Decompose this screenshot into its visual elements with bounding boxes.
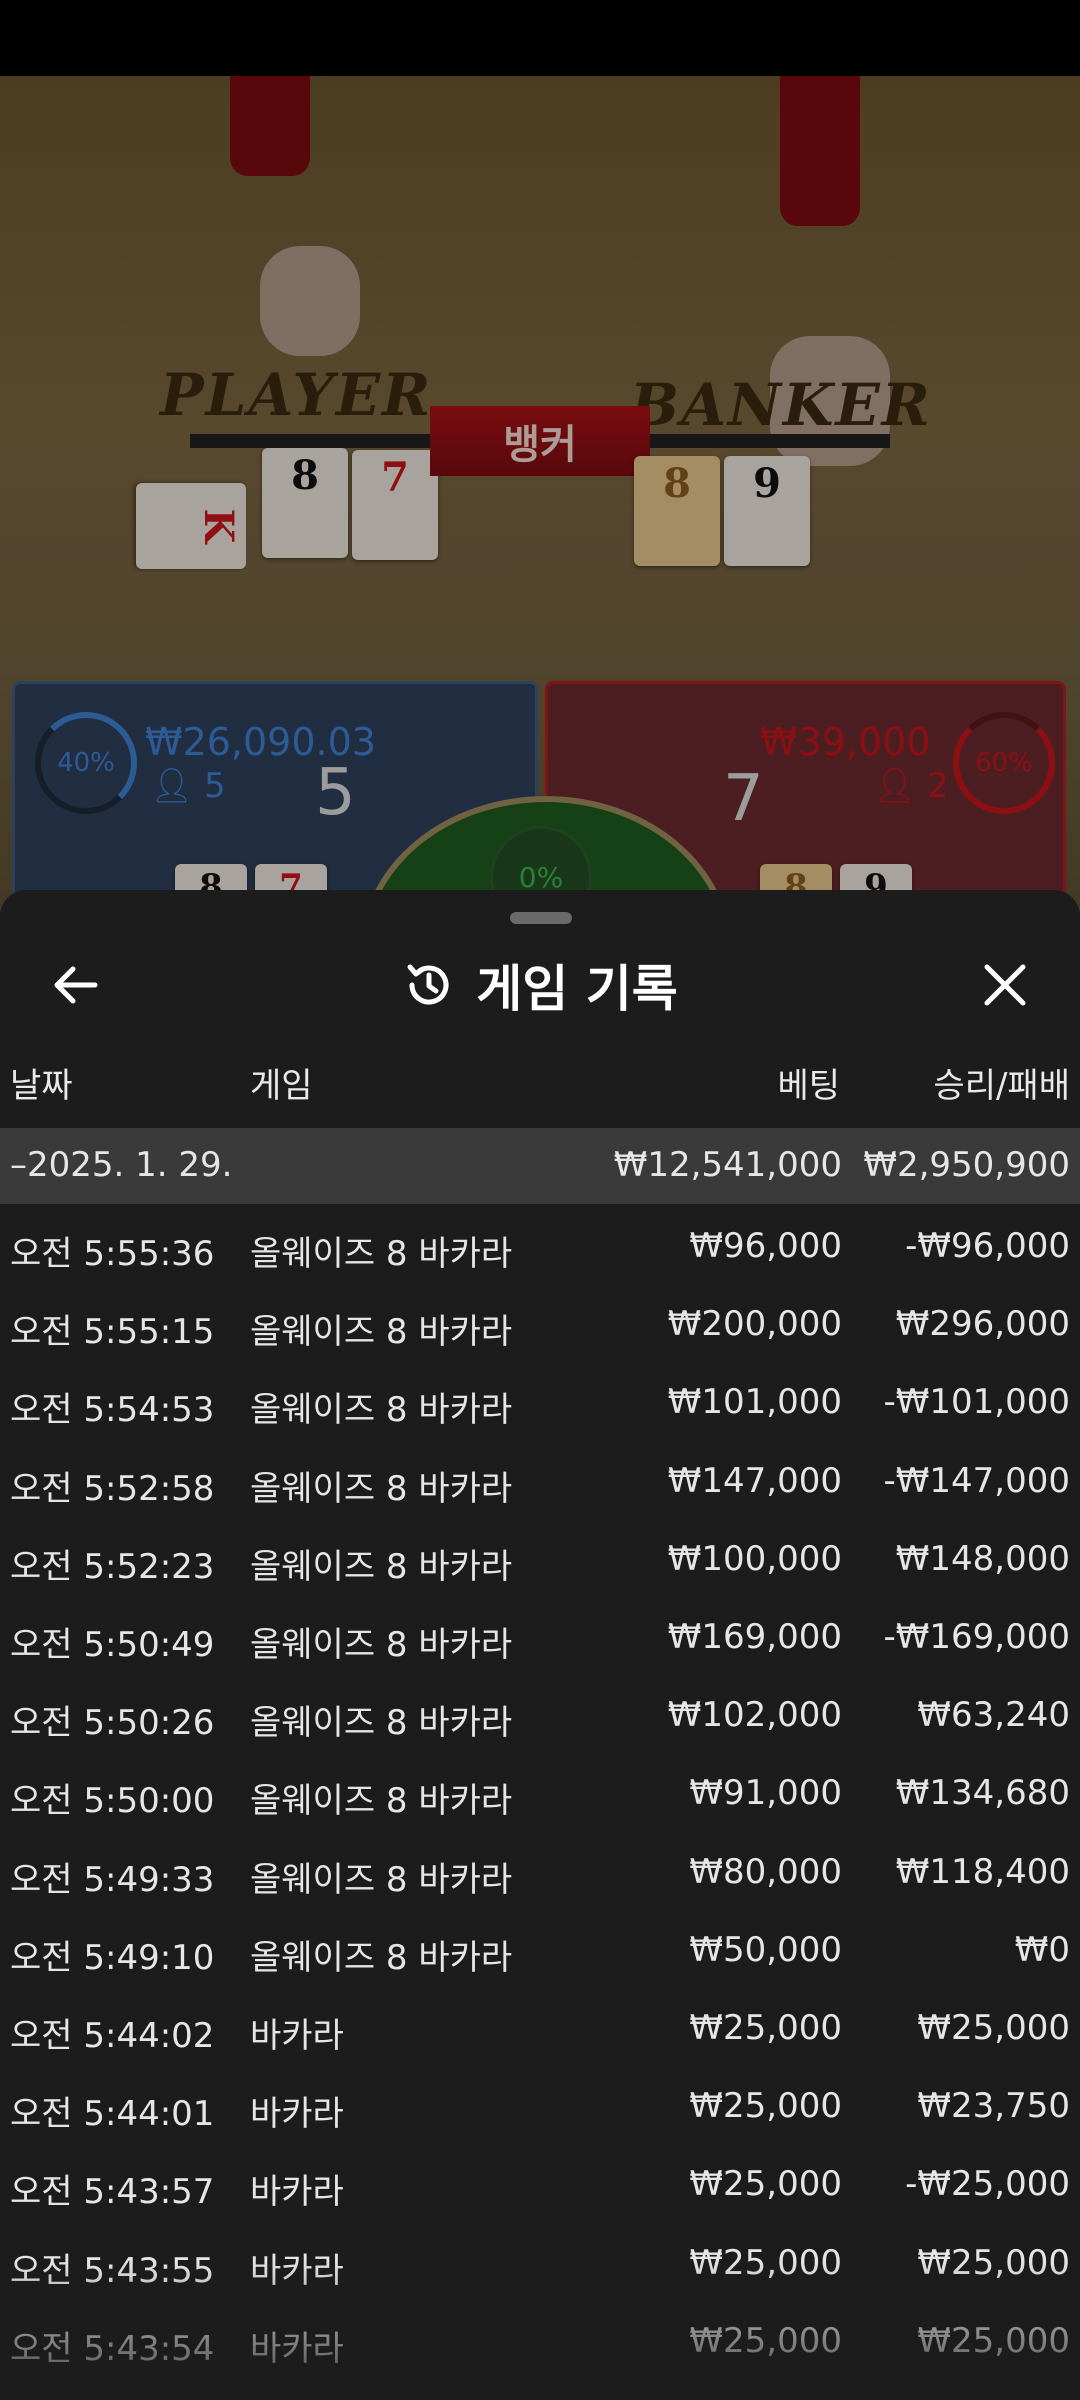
history-row[interactable]: 오전 5:52:23 올웨이즈 8 바카라 ₩100,000 ₩148,000 bbox=[0, 1521, 1080, 1599]
row-win-loss: ₩25,000 bbox=[917, 2320, 1070, 2361]
row-game: 올웨이즈 8 바카라 bbox=[250, 1234, 513, 1274]
row-time: 오전 5:55:36 bbox=[10, 1234, 215, 1274]
sheet-header: 게임 기록 bbox=[0, 950, 1080, 1020]
date-group-bet-total: ₩12,541,000 bbox=[613, 1145, 842, 1185]
history-row[interactable]: 오전 5:54:53 올웨이즈 8 바카라 ₩101,000 -₩101,000 bbox=[0, 1364, 1080, 1442]
row-win-loss: ₩25,000 bbox=[917, 2008, 1070, 2048]
row-win-loss: ₩134,680 bbox=[895, 1773, 1070, 1814]
history-row[interactable]: 오전 5:43:57 바카라 ₩25,000 -₩25,000 bbox=[0, 2146, 1080, 2224]
row-time: 오전 5:43:55 bbox=[10, 2250, 215, 2291]
row-bet: ₩102,000 bbox=[667, 1695, 842, 1736]
column-win-loss: 승리/패배 bbox=[933, 1066, 1070, 1106]
column-game: 게임 bbox=[250, 1066, 313, 1106]
history-row[interactable]: 오전 5:50:49 올웨이즈 8 바카라 ₩169,000 -₩169,000 bbox=[0, 1599, 1080, 1677]
row-game: 올웨이즈 8 바카라 bbox=[250, 1468, 513, 1509]
row-game: 올웨이즈 8 바카라 bbox=[250, 1546, 513, 1587]
row-game: 올웨이즈 8 바카라 bbox=[250, 1703, 513, 1744]
row-game: 올웨이즈 8 바카라 bbox=[250, 1390, 513, 1431]
row-win-loss: -₩147,000 bbox=[883, 1460, 1071, 1501]
row-win-loss: ₩0 bbox=[1014, 1929, 1070, 1970]
row-time: 오전 5:50:49 bbox=[10, 1625, 215, 1665]
row-win-loss: ₩23,750 bbox=[917, 2086, 1070, 2127]
row-win-loss: -₩169,000 bbox=[883, 1617, 1071, 1657]
history-row[interactable]: 오전 5:49:33 올웨이즈 8 바카라 ₩80,000 ₩118,400 bbox=[0, 1834, 1080, 1912]
row-bet: ₩200,000 bbox=[667, 1304, 842, 1345]
row-game: 바카라 bbox=[250, 2016, 344, 2056]
row-bet: ₩100,000 bbox=[667, 1538, 842, 1579]
row-bet: ₩91,000 bbox=[689, 1773, 842, 1814]
history-row[interactable]: 오전 5:43:54 바카라 ₩25,000 ₩25,000 bbox=[0, 2303, 1080, 2381]
row-game: 올웨이즈 8 바카라 bbox=[250, 1859, 513, 1900]
row-bet: ₩25,000 bbox=[689, 2320, 842, 2361]
column-date: 날짜 bbox=[10, 1066, 73, 1106]
row-time: 오전 5:52:23 bbox=[10, 1546, 215, 1587]
row-win-loss: ₩63,240 bbox=[917, 1695, 1070, 1736]
dim-overlay bbox=[0, 76, 1080, 926]
row-time: 오전 5:44:02 bbox=[10, 2016, 215, 2056]
row-win-loss: -₩96,000 bbox=[905, 1226, 1070, 1266]
row-game: 올웨이즈 8 바카라 bbox=[250, 1937, 513, 1978]
history-row[interactable]: 오전 5:43:55 바카라 ₩25,000 ₩25,000 bbox=[0, 2225, 1080, 2303]
history-row[interactable]: 오전 5:50:00 올웨이즈 8 바카라 ₩91,000 ₩134,680 bbox=[0, 1755, 1080, 1833]
row-time: 오전 5:52:58 bbox=[10, 1468, 215, 1509]
close-button[interactable] bbox=[970, 950, 1040, 1020]
close-icon bbox=[984, 964, 1026, 1006]
row-bet: ₩25,000 bbox=[689, 2242, 842, 2283]
row-time: 오전 5:55:15 bbox=[10, 1312, 215, 1353]
row-bet: ₩80,000 bbox=[689, 1851, 842, 1892]
history-row[interactable]: 오전 5:52:58 올웨이즈 8 바카라 ₩147,000 -₩147,000 bbox=[0, 1443, 1080, 1521]
row-win-loss: ₩148,000 bbox=[895, 1538, 1070, 1579]
row-time: 오전 5:50:00 bbox=[10, 1781, 215, 1822]
row-win-loss: -₩101,000 bbox=[883, 1382, 1071, 1423]
row-time: 오전 5:54:53 bbox=[10, 1390, 215, 1431]
row-time: 오전 5:44:01 bbox=[10, 2094, 215, 2135]
drag-handle[interactable] bbox=[510, 912, 572, 924]
row-game: 바카라 bbox=[250, 2250, 344, 2291]
row-time: 오전 5:49:33 bbox=[10, 1859, 215, 1900]
game-history-sheet: 게임 기록 날짜 게임 베팅 승리/패배 –2025. 1. 29. ₩12,5… bbox=[0, 890, 1080, 2400]
row-bet: ₩96,000 bbox=[689, 1226, 842, 1266]
history-icon bbox=[407, 964, 449, 1005]
history-row[interactable]: 오전 5:50:26 올웨이즈 8 바카라 ₩102,000 ₩63,240 bbox=[0, 1677, 1080, 1755]
row-game: 올웨이즈 8 바카라 bbox=[250, 1312, 513, 1353]
history-row[interactable]: 오전 5:55:36 올웨이즈 8 바카라 ₩96,000 -₩96,000 bbox=[0, 1208, 1080, 1286]
history-row[interactable]: 오전 5:49:10 올웨이즈 8 바카라 ₩50,000 ₩0 bbox=[0, 1912, 1080, 1990]
row-win-loss: ₩25,000 bbox=[917, 2242, 1070, 2283]
page-title: 게임 기록 bbox=[476, 960, 678, 1018]
history-row[interactable]: 오전 5:44:02 바카라 ₩25,000 ₩25,000 bbox=[0, 1990, 1080, 2068]
row-win-loss: -₩25,000 bbox=[905, 2164, 1070, 2205]
row-time: 오전 5:43:54 bbox=[10, 2328, 215, 2369]
table-header: 날짜 게임 베팅 승리/패배 bbox=[0, 1058, 1080, 1114]
row-game: 바카라 bbox=[250, 2172, 344, 2213]
row-win-loss: ₩296,000 bbox=[895, 1304, 1070, 1345]
column-bet: 베팅 bbox=[777, 1066, 840, 1106]
date-group-label: –2025. 1. 29. bbox=[10, 1145, 233, 1185]
row-time: 오전 5:49:10 bbox=[10, 1937, 215, 1978]
row-game: 올웨이즈 8 바카라 bbox=[250, 1625, 513, 1665]
row-bet: ₩25,000 bbox=[689, 2008, 842, 2048]
date-group-win-loss-total: ₩2,950,900 bbox=[863, 1145, 1070, 1185]
row-win-loss: ₩118,400 bbox=[895, 1851, 1070, 1892]
date-group-row[interactable]: –2025. 1. 29. ₩12,541,000 ₩2,950,900 bbox=[0, 1128, 1080, 1204]
row-bet: ₩147,000 bbox=[667, 1460, 842, 1501]
row-game: 바카라 bbox=[250, 2094, 344, 2135]
history-row[interactable]: 오전 5:44:01 바카라 ₩25,000 ₩23,750 bbox=[0, 2068, 1080, 2146]
history-row[interactable]: 오전 5:55:15 올웨이즈 8 바카라 ₩200,000 ₩296,000 bbox=[0, 1286, 1080, 1364]
row-bet: ₩25,000 bbox=[689, 2164, 842, 2205]
row-game: 바카라 bbox=[250, 2328, 344, 2369]
row-bet: ₩169,000 bbox=[667, 1617, 842, 1657]
row-bet: ₩50,000 bbox=[689, 1929, 842, 1970]
row-bet: ₩101,000 bbox=[667, 1382, 842, 1423]
row-bet: ₩25,000 bbox=[689, 2086, 842, 2127]
row-time: 오전 5:50:26 bbox=[10, 1703, 215, 1744]
row-time: 오전 5:43:57 bbox=[10, 2172, 215, 2213]
row-game: 올웨이즈 8 바카라 bbox=[250, 1781, 513, 1822]
